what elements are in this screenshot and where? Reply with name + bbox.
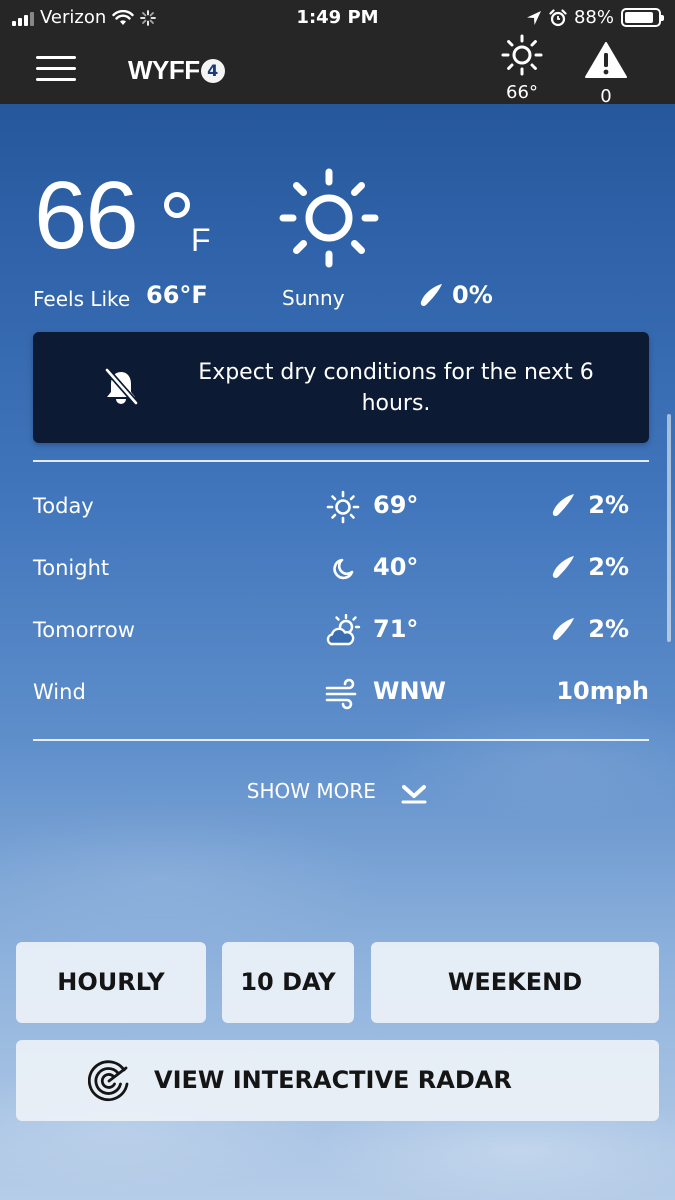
forecast-row-wind[interactable]: Wind WNW 10mph	[33, 674, 649, 714]
divider-bottom	[33, 739, 649, 741]
alert-count: 0	[600, 86, 612, 107]
partly-cloudy-icon	[326, 614, 361, 646]
degree-symbol	[164, 192, 190, 218]
alert-message: Expect dry conditions for the next 6 hou…	[198, 360, 594, 416]
bell-off-icon	[104, 368, 139, 405]
raindrop-icon	[420, 284, 442, 306]
sun-icon	[326, 490, 360, 524]
current-precip-value: 0%	[452, 281, 493, 309]
forecast-label: Today	[33, 494, 94, 518]
forecast-temp: 69°	[373, 491, 419, 519]
wind-speed: 10mph	[556, 677, 649, 705]
wind-direction: WNW	[373, 677, 447, 705]
logo-text: WYFF	[128, 55, 200, 85]
temperature-unit: F	[191, 222, 211, 258]
header-alerts-button[interactable]: 0	[582, 42, 630, 107]
forecast-precip: 2%	[550, 553, 629, 581]
condition-text: Sunny	[282, 286, 345, 310]
location-arrow-icon	[526, 10, 541, 25]
forecast-temp: 40°	[373, 553, 419, 581]
raindrop-icon	[553, 494, 575, 516]
weekend-button[interactable]: WEEKEND	[371, 942, 659, 1023]
interactive-radar-button[interactable]: VIEW INTERACTIVE RADAR	[16, 1040, 659, 1121]
battery-icon	[621, 8, 664, 27]
divider-top	[33, 460, 649, 462]
status-bar: Verizon 1:49 PM 88%	[0, 0, 675, 36]
wind-icon	[325, 678, 357, 710]
current-precip: 0%	[418, 281, 493, 309]
forecast-row-today[interactable]: Today 69° 2%	[33, 488, 649, 528]
hourly-button[interactable]: HOURLY	[16, 942, 206, 1023]
header-weather-button[interactable]: 66°	[497, 34, 547, 103]
forecast-precip-value: 2%	[588, 553, 629, 581]
forecast-row-tomorrow[interactable]: Tomorrow 71° 2%	[33, 612, 649, 652]
header-current-temp: 66°	[506, 82, 538, 103]
show-more-label: SHOW MORE	[246, 779, 376, 803]
battery-percent: 88%	[573, 7, 614, 28]
show-more-button[interactable]: SHOW MORE	[0, 779, 675, 805]
sun-icon	[501, 34, 543, 76]
alarm-clock-icon	[549, 8, 567, 26]
status-right: 88%	[526, 7, 664, 28]
raindrop-icon	[553, 618, 575, 640]
feels-like-value: 66°F	[146, 281, 208, 309]
forecast-precip-value: 2%	[588, 615, 629, 643]
scrollbar-thumb[interactable]	[667, 414, 671, 642]
forecast-temp: 71°	[373, 615, 419, 643]
logo-badge: 4	[200, 58, 225, 83]
battery-fill	[625, 12, 654, 23]
radar-label: VIEW INTERACTIVE RADAR	[154, 1066, 512, 1094]
raindrop-icon	[553, 556, 575, 578]
chevron-down-icon	[401, 784, 427, 803]
moon-icon	[333, 558, 354, 580]
forecast-precip: 2%	[550, 491, 629, 519]
app-header: Verizon 1:49 PM 88% WYFF 4 66° 0	[0, 0, 675, 107]
forecast-label: Tonight	[33, 556, 110, 580]
forecast-precip: 2%	[550, 615, 629, 643]
forecast-label: Tomorrow	[33, 618, 135, 642]
forecast-row-tonight[interactable]: Tonight 40° 2%	[33, 550, 649, 590]
sunny-icon	[279, 168, 379, 268]
ten-day-button[interactable]: 10 DAY	[222, 942, 354, 1023]
feels-like-label: Feels Like	[33, 287, 131, 311]
forecast-precip-value: 2%	[588, 491, 629, 519]
radar-icon	[88, 1060, 129, 1102]
station-logo[interactable]: WYFF 4	[128, 55, 225, 86]
menu-icon[interactable]	[36, 56, 76, 82]
current-temperature: 66	[34, 162, 139, 269]
precip-alert-banner[interactable]: Expect dry conditions for the next 6 hou…	[33, 332, 649, 443]
wind-label: Wind	[33, 680, 86, 704]
warning-icon	[585, 42, 627, 78]
